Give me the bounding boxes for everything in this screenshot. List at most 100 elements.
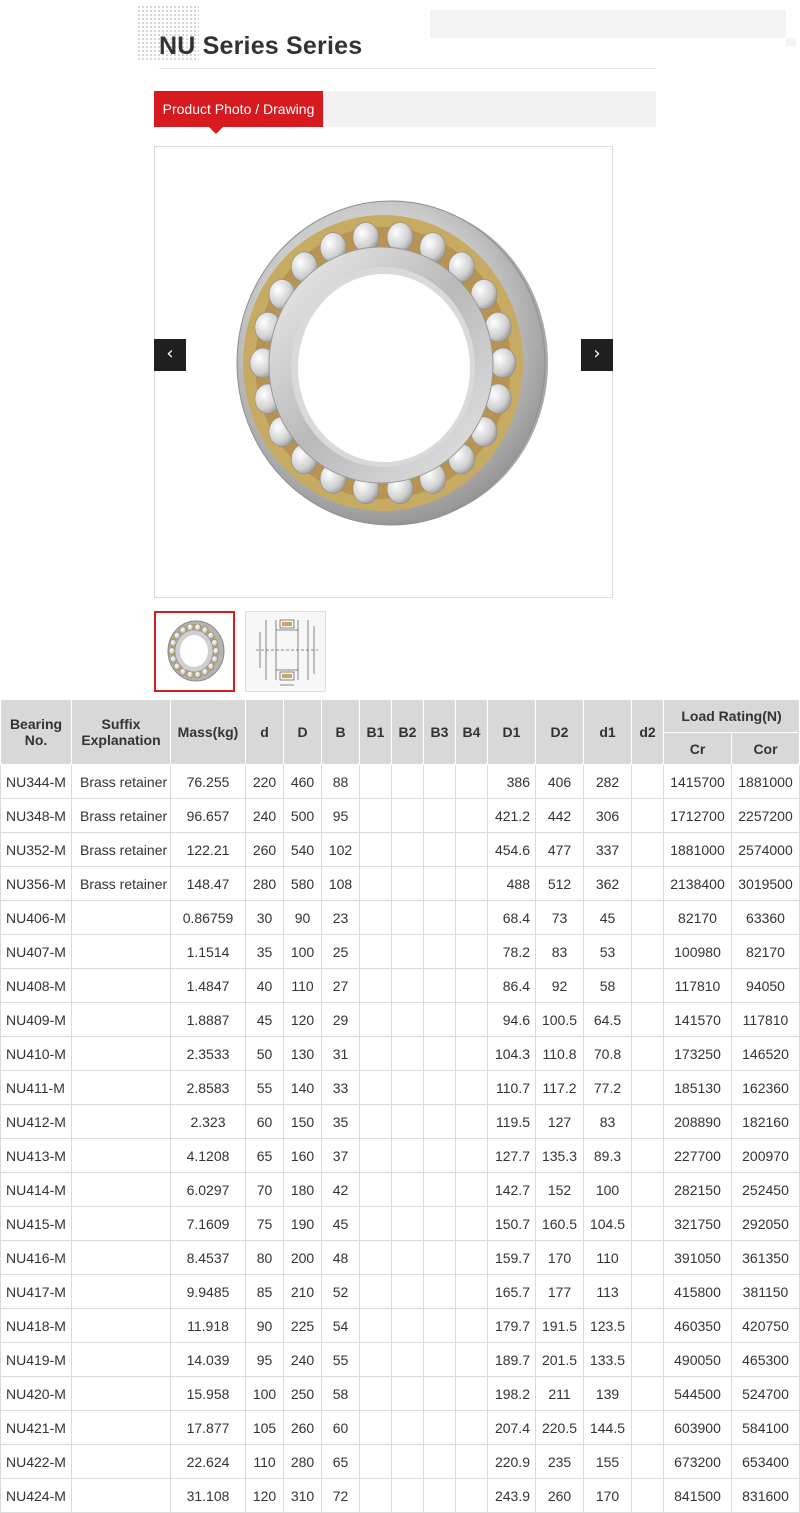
cell-suffix [71,1376,171,1411]
cell-bearing-no: NU419-M [0,1342,72,1377]
cell-B2 [391,900,424,935]
bearing-photo [236,200,548,526]
cell-d2 [631,968,664,1003]
cell-B3 [423,934,456,969]
cell-B4 [455,1002,488,1037]
cell-D1: 243.9 [487,1478,536,1513]
cell-cr: 173250 [663,1036,732,1071]
cell-B: 42 [321,1172,360,1207]
cell-B: 60 [321,1410,360,1445]
cell-B4 [455,1070,488,1105]
cell-d1: 83 [583,1104,632,1139]
cell-D2: 191.5 [535,1308,584,1343]
cell-d1: 70.8 [583,1036,632,1071]
cell-suffix [71,934,171,969]
cell-D2: 135.3 [535,1138,584,1173]
cell-B3 [423,832,456,867]
table-row: NU415-M 7.1609 75 190 45 150.7 160.5 104.5 32175… [0,1206,800,1241]
bearing-drawing-image [246,612,325,691]
cell-cr: 841500 [663,1478,732,1513]
cell-B2 [391,1206,424,1241]
cell-B4 [455,764,488,799]
cell-mass: 11.918 [170,1308,246,1343]
table-row: NU407-M 1.1514 35 100 25 78.2 83 53 100980 82170 [0,934,800,969]
cell-mass: 96.657 [170,798,246,833]
cell-suffix [71,1036,171,1071]
cell-cr: 282150 [663,1172,732,1207]
cell-B4 [455,1342,488,1377]
tab-product-photo-drawing[interactable]: Product Photo / Drawing [154,91,323,127]
cell-suffix [71,1410,171,1445]
cell-D: 240 [283,1342,322,1377]
cell-B3 [423,1308,456,1343]
cell-bearing-no: NU407-M [0,934,72,969]
cell-d1: 64.5 [583,1002,632,1037]
cell-bearing-no: NU406-M [0,900,72,935]
cell-B: 95 [321,798,360,833]
bearing-roller [168,647,176,655]
cell-cor: 200970 [730,1138,800,1173]
cell-bearing-no: NU344-M [0,764,72,799]
cell-D: 120 [283,1002,322,1037]
page-title: NU Series Series [159,32,363,60]
cell-D1: 454.6 [487,832,536,867]
cell-B: 102 [321,832,360,867]
cell-D: 190 [283,1206,322,1241]
cell-B1 [359,832,392,867]
cell-mass: 14.039 [170,1342,246,1377]
cell-d1: 362 [583,866,632,901]
cell-B3 [423,798,456,833]
cell-B3 [423,900,456,935]
cell-D1: 421.2 [487,798,536,833]
cell-B1 [359,1002,392,1037]
cell-cor: 361350 [730,1240,800,1275]
cell-B2 [391,1240,424,1275]
cell-suffix: Brass retainer [71,866,171,901]
cell-cr: 2138400 [663,866,732,901]
cell-bearing-no: NU411-M [0,1070,72,1105]
table-row: NU416-M 8.4537 80 200 48 159.7 170 110 391050 361… [0,1240,800,1275]
cell-cor: 252450 [730,1172,800,1207]
next-image-button[interactable]: › [581,339,613,371]
cell-d2 [631,832,664,867]
bearing-photo-thumb[interactable] [154,611,235,692]
cell-cr: 185130 [663,1070,732,1105]
cell-B3 [423,764,456,799]
cell-B: 27 [321,968,360,1003]
cell-suffix [71,1138,171,1173]
col-header-d: d [245,699,284,765]
cell-mass: 15.958 [170,1376,246,1411]
table-row: NU413-M 4.1208 65 160 37 127.7 135.3 89.3 227700… [0,1138,800,1173]
cell-suffix [71,1172,171,1207]
cell-cor: 82170 [730,934,800,969]
cell-B3 [423,1342,456,1377]
cell-d: 105 [245,1410,284,1445]
table-row: NU411-M 2.8583 55 140 33 110.7 117.2 77.2 185130… [0,1070,800,1105]
cell-d: 260 [245,832,284,867]
bearing-drawing-thumb[interactable] [245,611,326,692]
cell-mass: 8.4537 [170,1240,246,1275]
cell-B1 [359,1070,392,1105]
cell-cr: 227700 [663,1138,732,1173]
cell-bearing-no: NU410-M [0,1036,72,1071]
cell-d2 [631,1342,664,1377]
cell-cor: 117810 [730,1002,800,1037]
cell-B2 [391,1478,424,1513]
cell-cor: 653400 [730,1444,800,1479]
cell-d2 [631,1308,664,1343]
cell-B2 [391,1342,424,1377]
col-header-B3: B3 [423,699,456,765]
cell-D1: 68.4 [487,900,536,935]
cell-mass: 1.4847 [170,968,246,1003]
cell-cor: 1881000 [730,764,800,799]
cell-D2: 220.5 [535,1410,584,1445]
cell-cor: 831600 [730,1478,800,1513]
prev-image-button[interactable]: ‹ [154,339,186,371]
cell-suffix [71,1104,171,1139]
cell-d1: 113 [583,1274,632,1309]
cell-cor: 162360 [730,1070,800,1105]
cell-d: 80 [245,1240,284,1275]
cell-d1: 45 [583,900,632,935]
top-search-bar [430,10,786,38]
cell-d: 30 [245,900,284,935]
